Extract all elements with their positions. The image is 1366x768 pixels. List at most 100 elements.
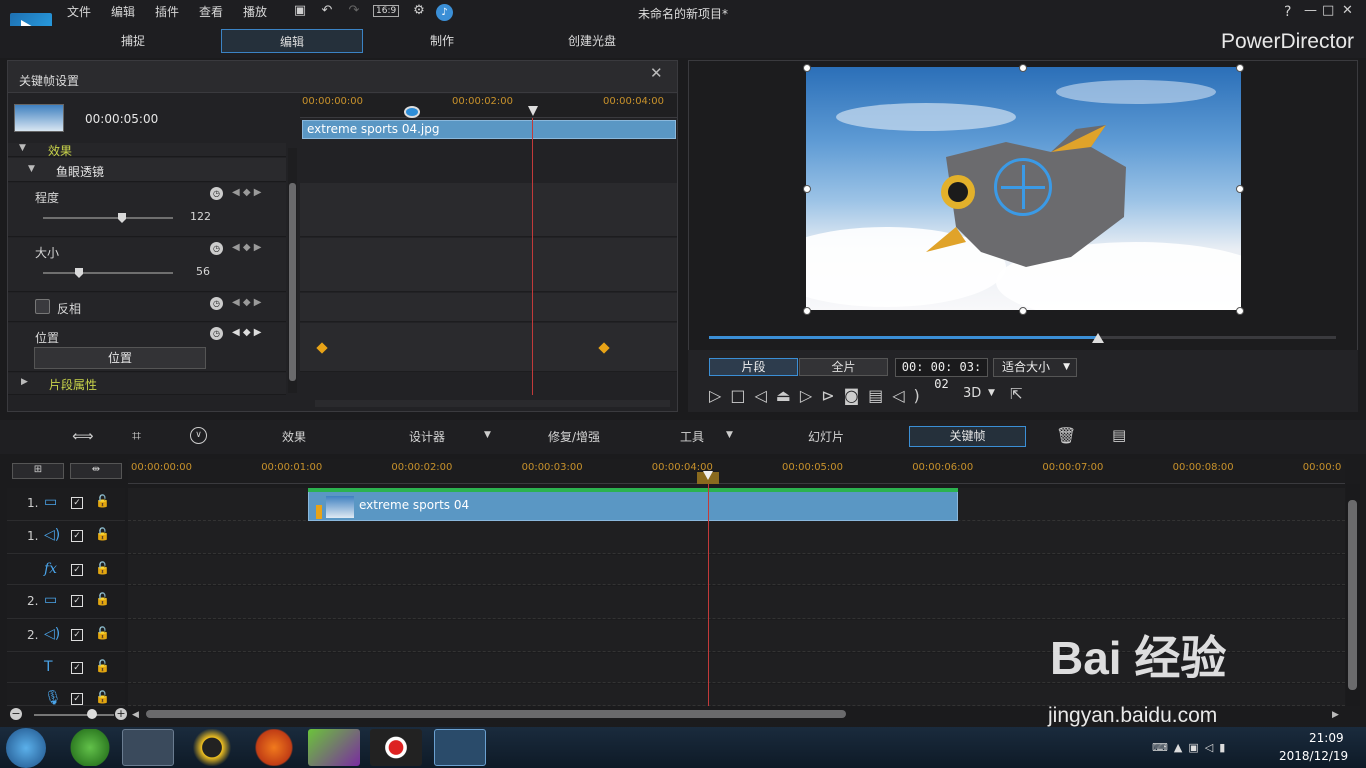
mask-icon[interactable]: ∨	[190, 427, 207, 444]
track-enable-checkbox[interactable]: ✓	[71, 530, 83, 542]
zoom-slider[interactable]	[34, 714, 114, 716]
slideshow-button[interactable]: 幻灯片	[808, 428, 844, 445]
crop-icon[interactable]: ⌗	[132, 426, 141, 446]
keyframe-close-icon[interactable]: ✕	[650, 64, 663, 82]
param-scrollbar-thumb[interactable]	[289, 183, 296, 381]
tab-capture[interactable]: 捕捉	[62, 29, 204, 53]
fit-timeline-icon[interactable]: ⇹	[70, 463, 122, 479]
preview-seek-knob[interactable]	[1091, 333, 1104, 343]
track-enable-checkbox[interactable]: ✓	[71, 629, 83, 641]
stopwatch-icon[interactable]: ◷	[210, 187, 223, 200]
screen-recorder-icon[interactable]	[370, 729, 422, 766]
clock-date[interactable]: 2018/12/19	[1279, 749, 1348, 763]
kf-track-size[interactable]	[300, 238, 677, 292]
notification-bell-icon[interactable]: ♪	[436, 4, 453, 21]
track-enable-checkbox[interactable]: ✓	[71, 693, 83, 705]
file-explorer-icon[interactable]	[122, 729, 174, 766]
track-lock-icon[interactable]: 🔓	[95, 626, 110, 640]
dropdown-arrow-icon[interactable]: ▼	[988, 388, 995, 398]
track-lock-icon[interactable]: 🔓	[95, 659, 110, 673]
resize-handle[interactable]	[1236, 185, 1244, 193]
qq-icon[interactable]	[186, 729, 238, 766]
tools-button[interactable]: 工具	[680, 428, 704, 445]
track-enable-checkbox[interactable]: ✓	[71, 564, 83, 576]
clock-time[interactable]: 21:09	[1309, 731, 1344, 745]
track-lock-icon[interactable]: 🔓	[95, 592, 110, 606]
tab-create-disc[interactable]: 创建光盘	[521, 29, 663, 53]
track-enable-checkbox[interactable]: ✓	[71, 595, 83, 607]
resize-handle[interactable]	[803, 185, 811, 193]
track-body[interactable]	[128, 521, 1345, 554]
split-icon[interactable]: ⟺	[72, 427, 94, 445]
kf-track-invert[interactable]	[300, 293, 677, 322]
stopwatch-icon[interactable]: ◷	[210, 327, 223, 340]
resize-handle[interactable]	[1236, 64, 1244, 72]
zoom-out-icon[interactable]: −	[10, 708, 22, 720]
keyframe-nav-controls-icon[interactable]: ◀ ◆ ▶	[232, 187, 261, 198]
keyframe-button[interactable]: 关键帧	[909, 426, 1026, 447]
stop-icon[interactable]: □	[730, 386, 754, 405]
menu-view[interactable]: 查看	[199, 3, 223, 20]
undo-icon[interactable]: ↶	[317, 3, 337, 21]
tab-edit[interactable]: 编辑	[221, 29, 363, 53]
volume-icon[interactable]: ◁)	[892, 386, 929, 405]
collapse-arrow-icon[interactable]: ▼	[28, 164, 35, 174]
track-header-audio[interactable]: 2. ◁) ✓ 🔓	[7, 620, 125, 652]
tab-full-movie[interactable]: 全片	[799, 358, 888, 376]
fix-enhance-button[interactable]: 修复/增强	[548, 428, 600, 445]
kf-playhead-marker[interactable]	[528, 106, 538, 116]
more-features-icon[interactable]: ▤	[1112, 426, 1126, 444]
scroll-left-icon[interactable]: ◀	[132, 710, 139, 720]
camera-icon[interactable]: ◙	[844, 386, 869, 405]
360-browser-icon[interactable]	[64, 729, 116, 766]
timeline-playhead-marker[interactable]	[703, 471, 713, 480]
fast-forward-icon[interactable]: ⊳	[821, 386, 843, 405]
stopwatch-icon[interactable]: ◷	[210, 242, 223, 255]
kf-horizontal-scrollbar[interactable]	[315, 400, 670, 407]
track-header-audio[interactable]: 1. ◁) ✓ 🔓	[7, 521, 125, 554]
timeline-hscroll-thumb[interactable]	[146, 710, 846, 718]
maximize-icon[interactable]: □	[1322, 3, 1334, 18]
track-lock-icon[interactable]: 🔓	[95, 690, 110, 704]
track-header-video[interactable]: 2. ▭ ✓ 🔓	[7, 586, 125, 619]
effect-name-row[interactable]	[8, 158, 286, 182]
menu-edit[interactable]: 编辑	[111, 3, 135, 20]
powerdirector-taskbar-icon[interactable]	[434, 729, 486, 766]
track-header-voice[interactable]: 🎙 ✓ 🔓	[7, 684, 125, 706]
scroll-right-icon[interactable]: ▶	[1332, 710, 1339, 720]
firefox-icon[interactable]	[248, 729, 300, 766]
kf-track-degree[interactable]	[300, 183, 677, 237]
invert-checkbox[interactable]	[35, 299, 50, 314]
zoom-slider-knob[interactable]	[87, 709, 97, 719]
keyframe-nav-controls-icon[interactable]: ◀ ◆ ▶	[232, 242, 261, 253]
expand-arrow-icon[interactable]: ▶	[21, 377, 28, 387]
subtitle-icon[interactable]: ▤	[868, 386, 892, 405]
size-slider[interactable]	[43, 272, 173, 274]
next-frame-icon[interactable]: ▷	[800, 386, 821, 405]
settings-gear-icon[interactable]: ⚙	[409, 3, 429, 21]
resize-handle[interactable]	[1236, 307, 1244, 315]
stopwatch-icon[interactable]: ◷	[210, 297, 223, 310]
track-manager-icon[interactable]: ⊞	[12, 463, 64, 479]
close-icon[interactable]: ✕	[1342, 3, 1353, 18]
kf-track-position[interactable]	[300, 323, 677, 372]
keyframe-nav-controls-icon[interactable]: ◀ ◆ ▶	[232, 327, 261, 338]
collapse-arrow-icon[interactable]: ▼	[19, 143, 26, 153]
track-header-title[interactable]: T ✓ 🔓	[7, 653, 125, 683]
resize-handle[interactable]	[1019, 307, 1027, 315]
track-enable-checkbox[interactable]: ✓	[71, 497, 83, 509]
track-enable-checkbox[interactable]: ✓	[71, 662, 83, 674]
menu-plugins[interactable]: 插件	[155, 3, 179, 20]
zoom-in-icon[interactable]: +	[115, 708, 127, 720]
system-tray-icons[interactable]: ⌨▲▣◁▮	[1152, 741, 1231, 754]
track-lock-icon[interactable]: 🔓	[95, 494, 110, 508]
position-button[interactable]: 位置	[34, 347, 206, 369]
previous-frame-icon[interactable]: ◁	[754, 386, 775, 405]
track-lock-icon[interactable]: 🔓	[95, 527, 110, 541]
snapshot-marker-icon[interactable]: ⏏	[776, 386, 800, 405]
track-header-fx[interactable]: fx ✓ 🔓	[7, 555, 125, 585]
dropdown-arrow-icon[interactable]: ▼	[726, 430, 733, 440]
dropdown-arrow-icon[interactable]: ▼	[484, 430, 491, 440]
detach-preview-icon[interactable]: ⇱	[1010, 385, 1023, 403]
aspect-ratio-selector[interactable]: 16:9	[373, 5, 400, 17]
